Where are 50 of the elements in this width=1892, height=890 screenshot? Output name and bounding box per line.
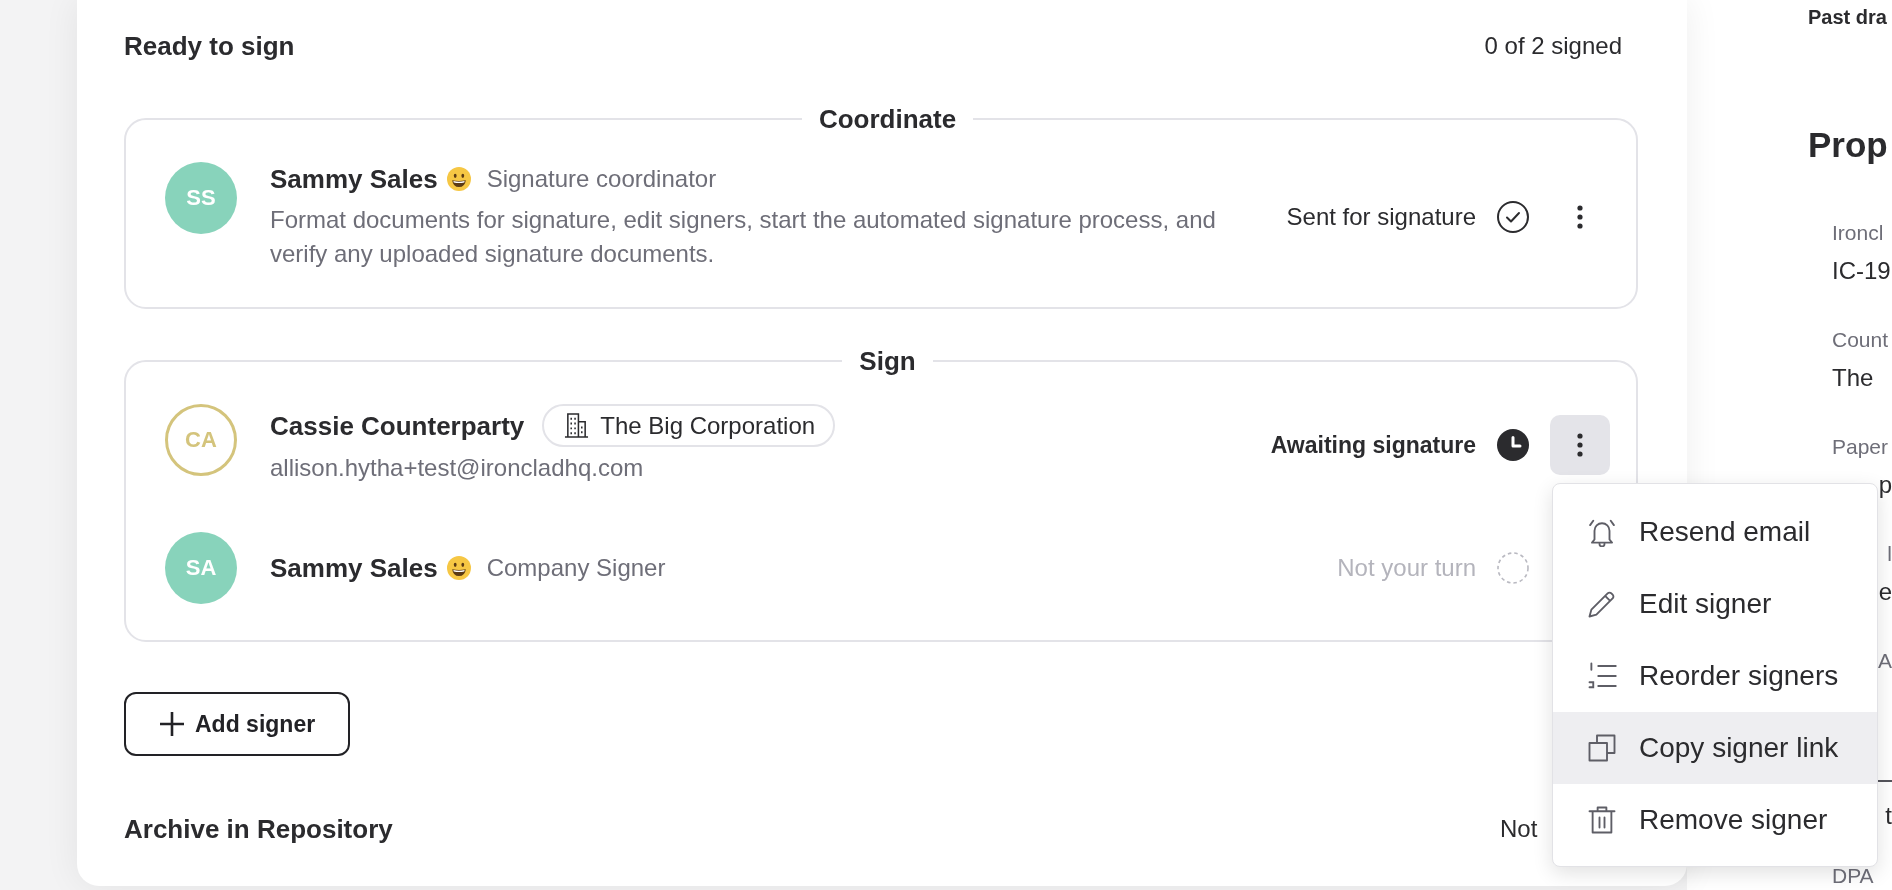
field-value: t	[1885, 801, 1892, 831]
trash-icon	[1587, 804, 1617, 835]
section-title: Ready to sign	[124, 30, 295, 63]
field-label: l	[1887, 541, 1892, 567]
field-label: Ironcl	[1832, 220, 1884, 246]
clock-icon	[1497, 428, 1529, 461]
menu-item[interactable]: Resend email	[1553, 495, 1877, 568]
field-label: DPA	[1832, 863, 1874, 889]
check-circle-icon	[1497, 200, 1529, 233]
panel-title: Past dra	[1808, 5, 1887, 30]
menu-item[interactable]: Copy signer link	[1553, 711, 1877, 784]
menu-item[interactable]: Edit signer	[1553, 567, 1877, 640]
field-label: Paper	[1832, 434, 1889, 460]
menu-item[interactable]: Remove signer	[1553, 783, 1877, 856]
status-text: Awaiting signature	[1270, 430, 1476, 460]
signer-role: Signature coordinator	[486, 164, 717, 194]
plus-icon	[159, 711, 185, 737]
signer-name: Sammy Sales	[270, 552, 438, 585]
list-icon	[1587, 660, 1617, 691]
status-text: Not your turn	[1337, 553, 1476, 583]
signer-name: Sammy Sales	[270, 163, 438, 196]
avatar: CA	[165, 404, 237, 476]
group-legend: Coordinate	[818, 103, 957, 135]
building-icon	[564, 413, 590, 438]
more-button[interactable]	[1550, 414, 1610, 475]
kebab-icon	[1577, 432, 1583, 457]
panel-heading: Prop	[1808, 124, 1888, 166]
field-value: e	[1878, 577, 1892, 607]
avatar: SA	[165, 532, 237, 604]
dashed-circle-icon	[1497, 552, 1529, 584]
group-legend: Sign	[859, 345, 916, 377]
field-value: p	[1878, 470, 1892, 500]
copy-icon	[1587, 732, 1617, 763]
field-value: IC-19	[1832, 256, 1891, 286]
company-name: The Big Corporation	[600, 411, 816, 440]
signer-name: Cassie Counterparty	[270, 409, 525, 443]
signer-email: allison.hytha+test@ironcladhq.com	[270, 453, 644, 483]
field-label: A	[1878, 648, 1892, 674]
signer-role: Company Signer	[486, 553, 666, 583]
kebab-icon	[1577, 204, 1583, 229]
add-signer-button[interactable]: Add signer	[124, 692, 351, 756]
field-label: Count	[1832, 327, 1889, 353]
field-value: The	[1832, 363, 1874, 393]
signed-count: 0 of 2 signed	[1484, 31, 1622, 61]
role-description: Format documents for signature, edit signers, start the automated signature process, and verify any uploaded signature documents.	[270, 205, 1217, 269]
section-title: Archive in Repository	[124, 813, 393, 846]
avatar: SS	[165, 162, 237, 234]
menu-item[interactable]: Reorder signers	[1553, 639, 1877, 712]
archive-status: Not	[1500, 814, 1538, 844]
status-text: Sent for signature	[1286, 201, 1476, 232]
